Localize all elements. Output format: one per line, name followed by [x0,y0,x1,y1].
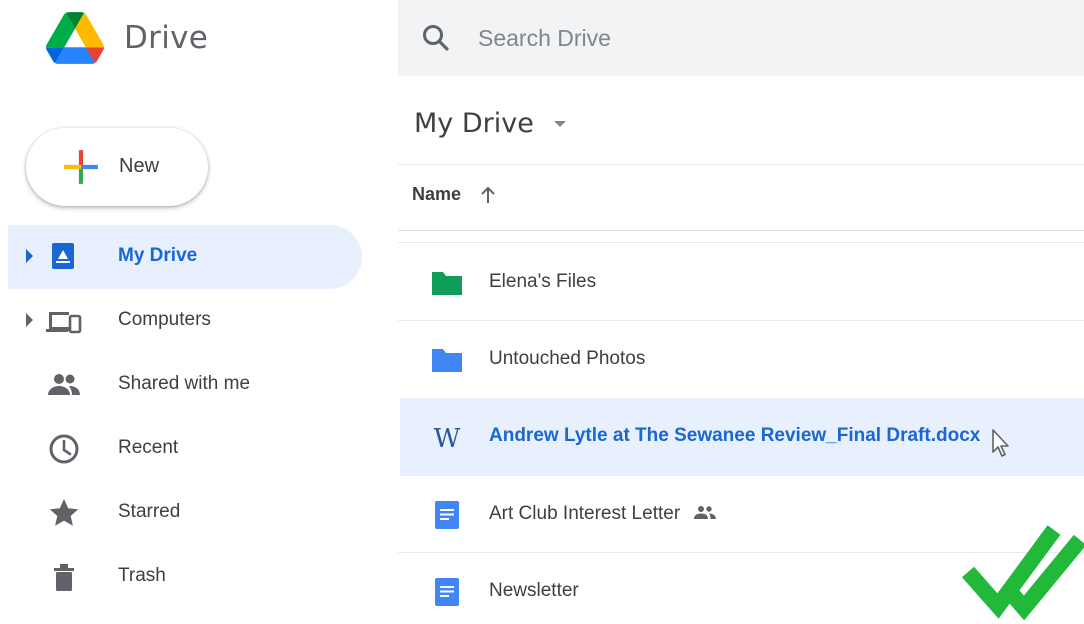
sidebar-item-label: Starred [118,501,181,522]
file-row[interactable]: Elena's Files [400,244,1084,322]
shared-icon [48,374,80,395]
my-drive-icon [52,243,74,269]
file-name: Untouched Photos [489,348,646,369]
file-name: Andrew Lytle at The Sewanee Review_Final… [489,425,981,446]
clock-icon [49,434,79,464]
search-input[interactable] [478,18,1038,58]
sidebar-item-my-drive[interactable]: My Drive [8,225,362,289]
expand-caret-icon[interactable] [26,313,33,327]
file-row[interactable]: Untouched Photos [400,321,1084,399]
name-column-header[interactable]: Name [412,184,497,216]
sidebar-item-computers[interactable]: Computers [8,289,362,353]
new-button[interactable]: New [26,128,208,206]
sidebar-nav: My Drive Computers Shared with me Recent… [8,225,362,609]
app-title: Drive [124,20,209,56]
folder-green-icon [432,272,462,295]
divider [398,242,1084,243]
star-icon [49,499,79,526]
svg-text:W: W [434,424,461,453]
shared-icon [694,506,716,519]
page-title: My Drive [414,108,534,139]
file-name: Elena's Files [489,271,597,292]
file-name: Newsletter [489,580,579,601]
file-name: Art Club Interest Letter [489,503,681,524]
file-row-selected[interactable]: W Andrew Lytle at The Sewanee Review_Fin… [400,398,1084,476]
file-row[interactable]: Art Club Interest Letter [400,476,1084,554]
sidebar-item-label: Recent [118,437,179,458]
computers-icon [46,312,82,334]
sidebar-item-label: Shared with me [118,373,251,394]
new-button-label: New [119,155,160,177]
column-header-label: Name [412,184,462,204]
trash-icon [54,564,74,591]
sidebar-item-shared-with-me[interactable]: Shared with me [8,353,362,417]
mouse-cursor-icon [992,429,1009,457]
search-bar [398,0,1084,76]
sidebar-item-trash[interactable]: Trash [8,545,362,609]
google-doc-icon [435,501,459,529]
folder-blue-icon [432,349,462,372]
divider [398,164,1084,165]
drive-logo [46,12,104,64]
file-row[interactable]: Newsletter [400,553,1084,624]
divider [398,230,1084,231]
sort-arrow-up-icon[interactable] [479,185,497,205]
sidebar-item-label: Computers [118,309,211,330]
sidebar-item-recent[interactable]: Recent [8,417,362,481]
word-doc-icon: W [434,424,461,453]
expand-caret-icon[interactable] [26,249,33,263]
sidebar-item-label: Trash [118,565,166,586]
sidebar-item-starred[interactable]: Starred [8,481,362,545]
page-title-dropdown[interactable]: My Drive [414,108,567,148]
chevron-down-icon [554,120,567,127]
sidebar-item-label: My Drive [118,245,198,266]
plus-icon [64,150,98,184]
search-icon[interactable] [420,22,452,54]
google-doc-icon [435,578,459,606]
